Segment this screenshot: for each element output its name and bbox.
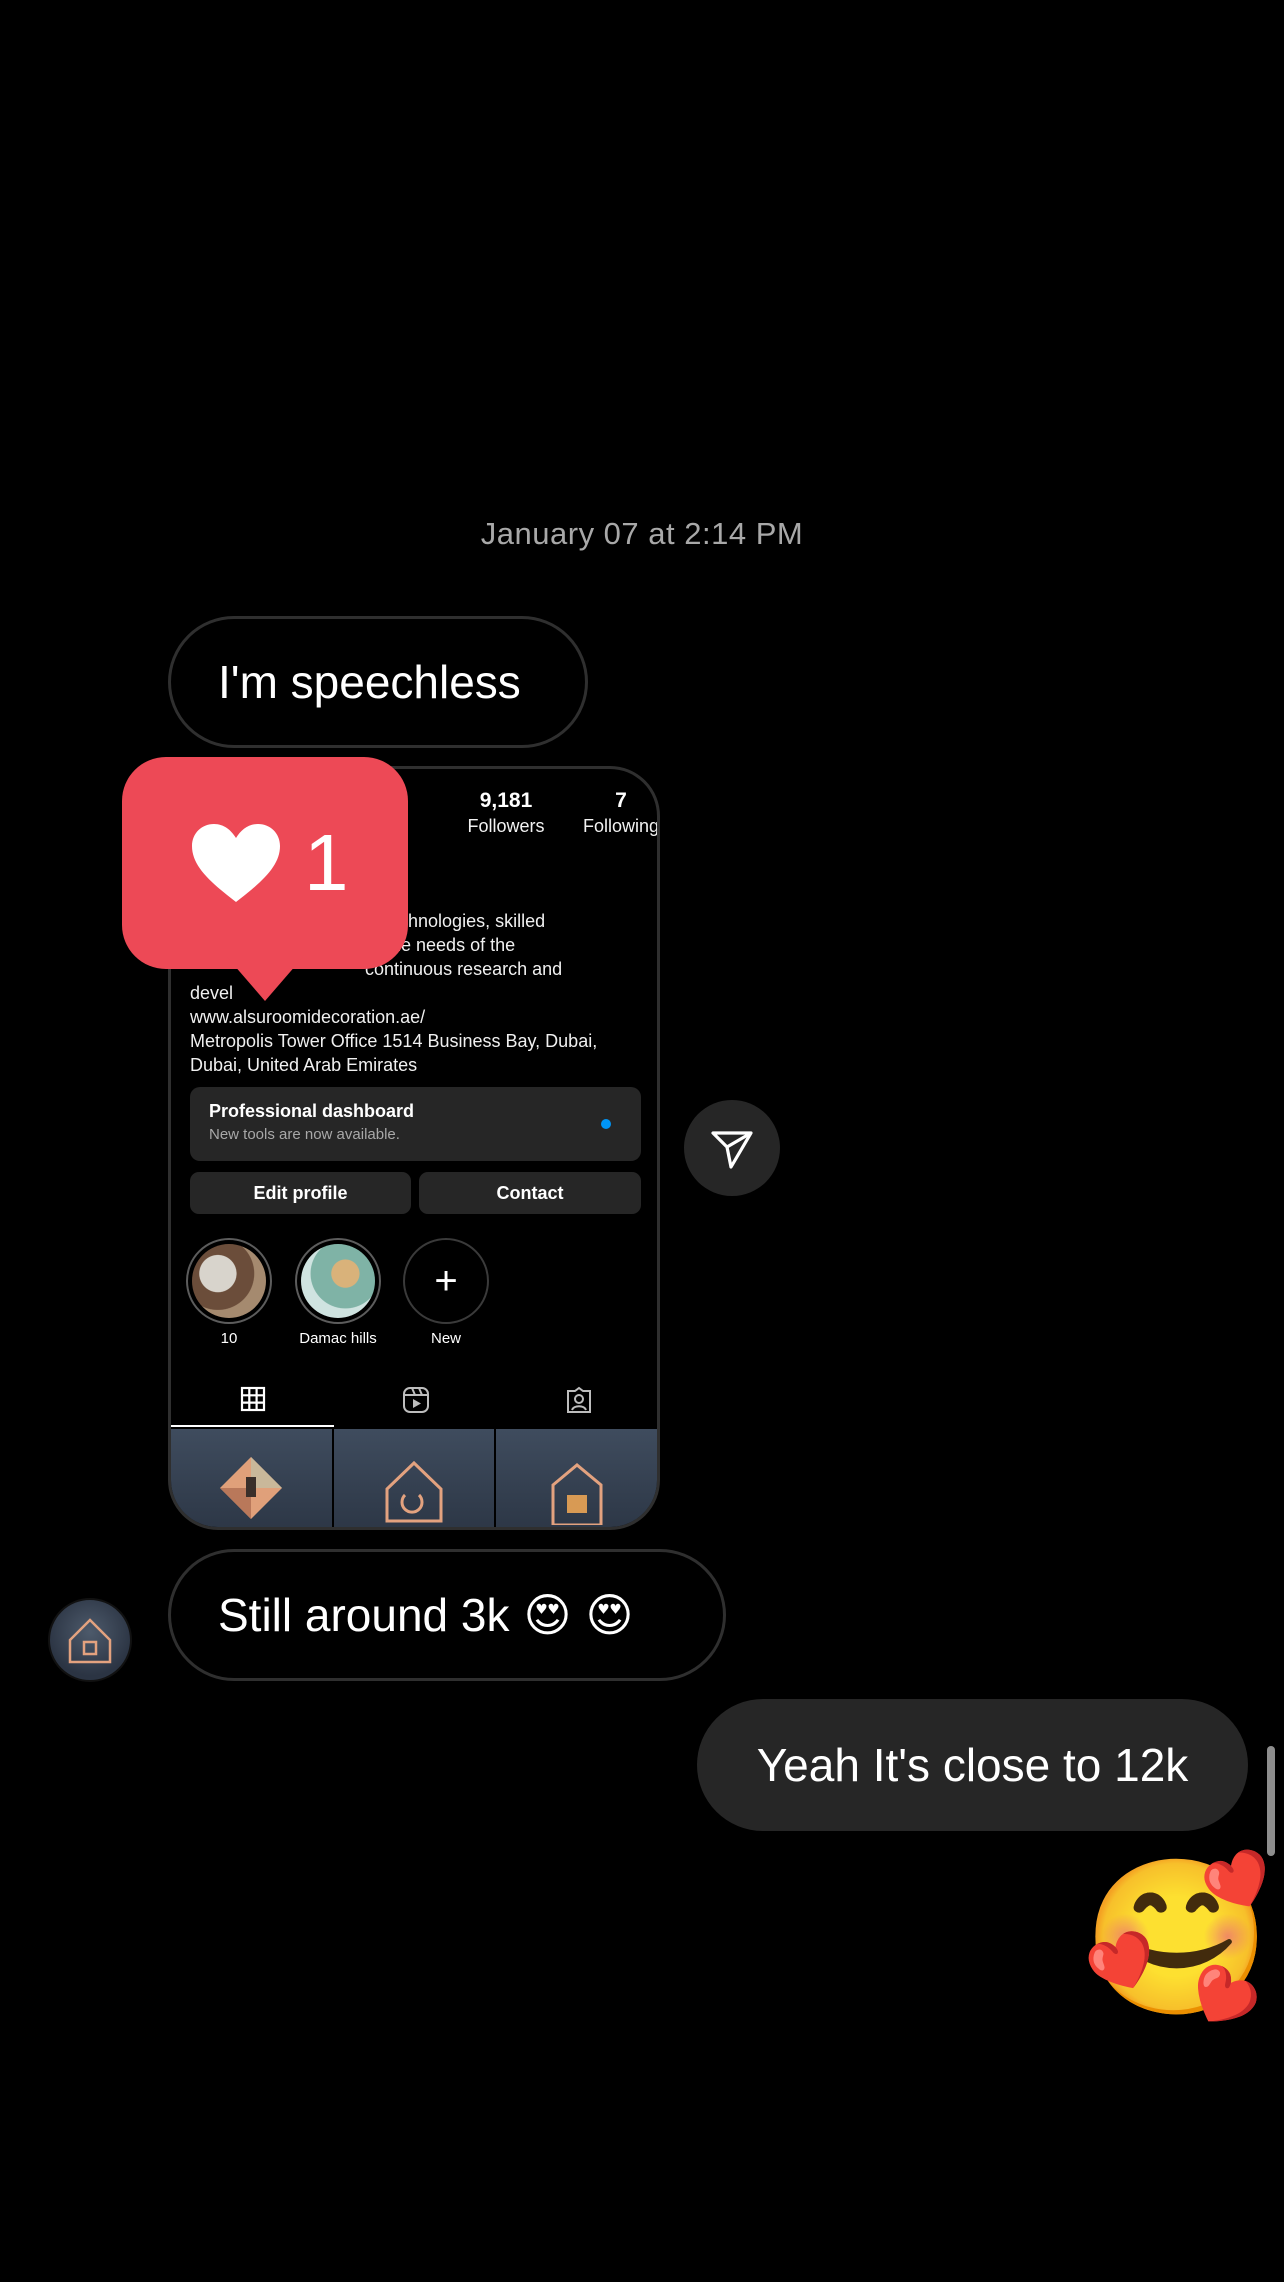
- highlight-label: Damac hills: [299, 1330, 377, 1347]
- following-count: 7: [615, 789, 627, 812]
- bio-address: Metropolis Tower Office 1514 Business Ba…: [190, 1031, 598, 1051]
- tab-grid[interactable]: [171, 1373, 334, 1427]
- message-text: I'm speechless: [218, 656, 521, 708]
- share-button[interactable]: [684, 1100, 780, 1196]
- followers-stat[interactable]: 9,181 Followers: [441, 789, 571, 837]
- notification-dot: [601, 1119, 611, 1129]
- bio-address: Dubai, United Arab Emirates: [190, 1055, 418, 1075]
- dm-thread: January 07 at 2:14 PM I'm speechless 9,1…: [0, 0, 1284, 2282]
- message-bubble-received[interactable]: I'm speechless: [168, 616, 588, 748]
- message-text: Yeah It's close to 12k: [756, 1739, 1189, 1791]
- story-highlight[interactable]: Damac hills: [295, 1238, 381, 1347]
- followers-count: 9,181: [479, 789, 533, 812]
- heart-eyes-emoji: 😍: [523, 1589, 572, 1641]
- bio-website-link[interactable]: www.alsuroomidecoration.ae/: [190, 1005, 645, 1029]
- logo-icon: [68, 1618, 112, 1664]
- like-reaction[interactable]: 1: [122, 757, 408, 1001]
- reels-icon: [402, 1387, 429, 1413]
- plus-icon: +: [403, 1238, 489, 1324]
- send-icon: [711, 1131, 753, 1169]
- message-timestamp: January 07 at 2:14 PM: [480, 516, 804, 551]
- tab-reels[interactable]: [334, 1373, 497, 1427]
- highlight-label: 10: [220, 1330, 238, 1347]
- highlight-thumbnail: [301, 1244, 375, 1318]
- logo-icon: [220, 1457, 283, 1519]
- post-grid: [171, 1429, 657, 1527]
- tagged-icon: [566, 1386, 591, 1413]
- post-thumbnail[interactable]: [333, 1429, 495, 1527]
- profile-tabs: [171, 1373, 657, 1427]
- story-highlight[interactable]: 10: [186, 1238, 272, 1347]
- following-stat[interactable]: 7 Following: [556, 789, 660, 837]
- post-thumbnail[interactable]: [171, 1429, 332, 1527]
- message-text: Still around 3k: [218, 1589, 510, 1641]
- heart-icon: [192, 824, 280, 902]
- dashboard-subtitle: New tools are now available.: [209, 1126, 400, 1143]
- edit-profile-button[interactable]: Edit profile: [190, 1172, 411, 1214]
- smiling-hearts-emoji[interactable]: 🥰: [1082, 1862, 1271, 2014]
- post-thumbnail[interactable]: [496, 1429, 657, 1527]
- grid-icon: [240, 1386, 265, 1412]
- logo-icon: [385, 1460, 443, 1523]
- message-bubble-sent[interactable]: Yeah It's close to 12k: [697, 1699, 1248, 1831]
- like-count: 1: [304, 818, 349, 907]
- scrollbar[interactable]: [1267, 1746, 1275, 1856]
- new-highlight[interactable]: + New: [403, 1238, 489, 1347]
- followers-label: Followers: [467, 816, 545, 836]
- following-label: Following: [582, 816, 660, 836]
- professional-dashboard[interactable]: Professional dashboard New tools are now…: [190, 1087, 641, 1161]
- tab-tagged[interactable]: [497, 1373, 657, 1427]
- heart-eyes-emoji: 😍: [585, 1589, 634, 1641]
- logo-icon: [551, 1463, 603, 1525]
- sender-avatar[interactable]: [48, 1598, 132, 1682]
- contact-button[interactable]: Contact: [419, 1172, 641, 1214]
- dashboard-title: Professional dashboard: [209, 1101, 415, 1121]
- highlight-thumbnail: [192, 1244, 266, 1318]
- highlight-label: New: [430, 1330, 461, 1347]
- message-bubble-received[interactable]: Still around 3k 😍 😍: [168, 1549, 726, 1681]
